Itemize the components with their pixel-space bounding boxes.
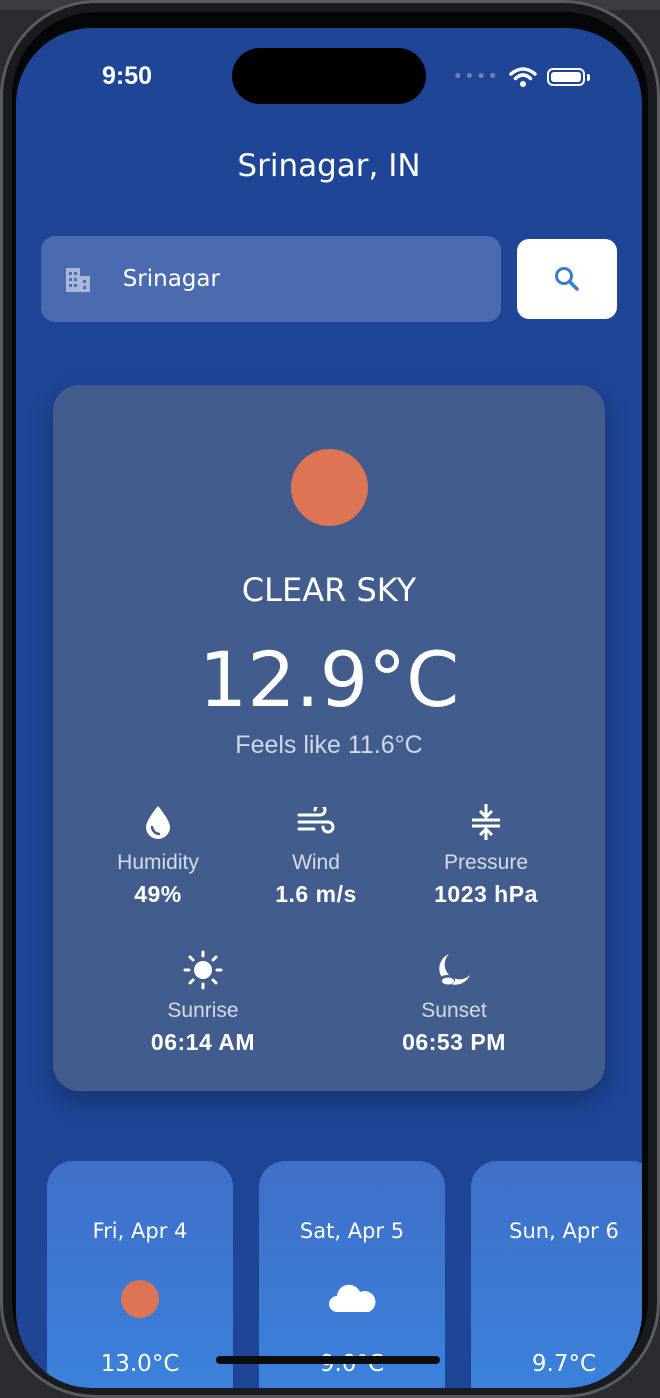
humidity-stat: Humidity 49% — [68, 803, 248, 908]
forecast-card-fri[interactable]: Fri, Apr 4 13.0°C — [47, 1161, 233, 1388]
search-button[interactable] — [517, 239, 617, 319]
sunset-stat: Sunset 06:53 PM — [364, 951, 544, 1056]
current-weather-card: CLEAR SKY 12.9°C Feels like 11.6°C Humid… — [53, 385, 605, 1091]
sunrise-value: 06:14 AM — [150, 1029, 256, 1055]
status-time: 9:50 — [102, 62, 153, 90]
signal-icon: •••• — [452, 66, 499, 87]
forecast-temp: 13.0°C — [100, 1351, 180, 1377]
sunset-value: 06:53 PM — [402, 1029, 506, 1055]
forecast-temp: 9.0°C — [319, 1351, 385, 1377]
building-icon — [63, 263, 95, 295]
feels-like: Feels like 11.6°C — [235, 731, 423, 759]
forecast-card-sat[interactable]: Sat, Apr 5 9.0°C — [259, 1161, 445, 1388]
moon-icon — [439, 954, 470, 985]
wind-label: Wind — [292, 851, 340, 874]
phone-frame: 9:50 •••• Srinagar, IN Srinagar CLEAR SK… — [0, 0, 660, 1398]
search-icon — [555, 267, 579, 291]
pressure-icon — [472, 804, 500, 840]
home-indicator[interactable] — [216, 1356, 440, 1364]
weather-sun-icon — [291, 449, 368, 526]
status-icons: •••• — [453, 66, 590, 88]
pressure-label: Pressure — [443, 851, 529, 874]
sun-icon — [183, 950, 223, 990]
forecast-sun-icon — [47, 1279, 233, 1319]
sunrise-label: Sunrise — [167, 999, 239, 1022]
forecast-date: Sat, Apr 5 — [299, 1219, 405, 1243]
humidity-value: 49% — [134, 881, 182, 907]
forecast-temp: 9.7°C — [531, 1351, 597, 1377]
city-title: Srinagar, IN — [237, 148, 421, 184]
current-temperature: 12.9°C — [198, 635, 460, 724]
forecast-cloud-icon — [259, 1279, 445, 1319]
pressure-stat: Pressure 1023 hPa — [396, 803, 576, 908]
forecast-date: Fri, Apr 4 — [92, 1219, 188, 1243]
sunset-label: Sunset — [421, 999, 487, 1022]
forecast-card-sun[interactable]: Sun, Apr 6 9.7°C — [471, 1161, 642, 1388]
sunrise-stat: Sunrise 06:14 AM — [113, 950, 293, 1056]
battery-cap — [587, 73, 590, 81]
drop-icon — [146, 806, 170, 839]
search-input[interactable] — [120, 265, 501, 293]
search-box[interactable] — [41, 236, 501, 322]
forecast-date: Sun, Apr 6 — [509, 1219, 619, 1243]
weather-condition: CLEAR SKY — [241, 571, 417, 609]
app-screen: 9:50 •••• Srinagar, IN Srinagar CLEAR SK… — [16, 28, 642, 1388]
wifi-icon — [509, 67, 537, 87]
wind-stat: Wind 1.6 m/s — [226, 803, 406, 908]
wind-icon — [297, 807, 335, 834]
battery-icon — [547, 68, 585, 86]
pressure-value: 1023 hPa — [434, 881, 538, 907]
dynamic-island — [232, 48, 426, 104]
humidity-label: Humidity — [117, 851, 199, 874]
wind-value: 1.6 m/s — [275, 881, 357, 907]
